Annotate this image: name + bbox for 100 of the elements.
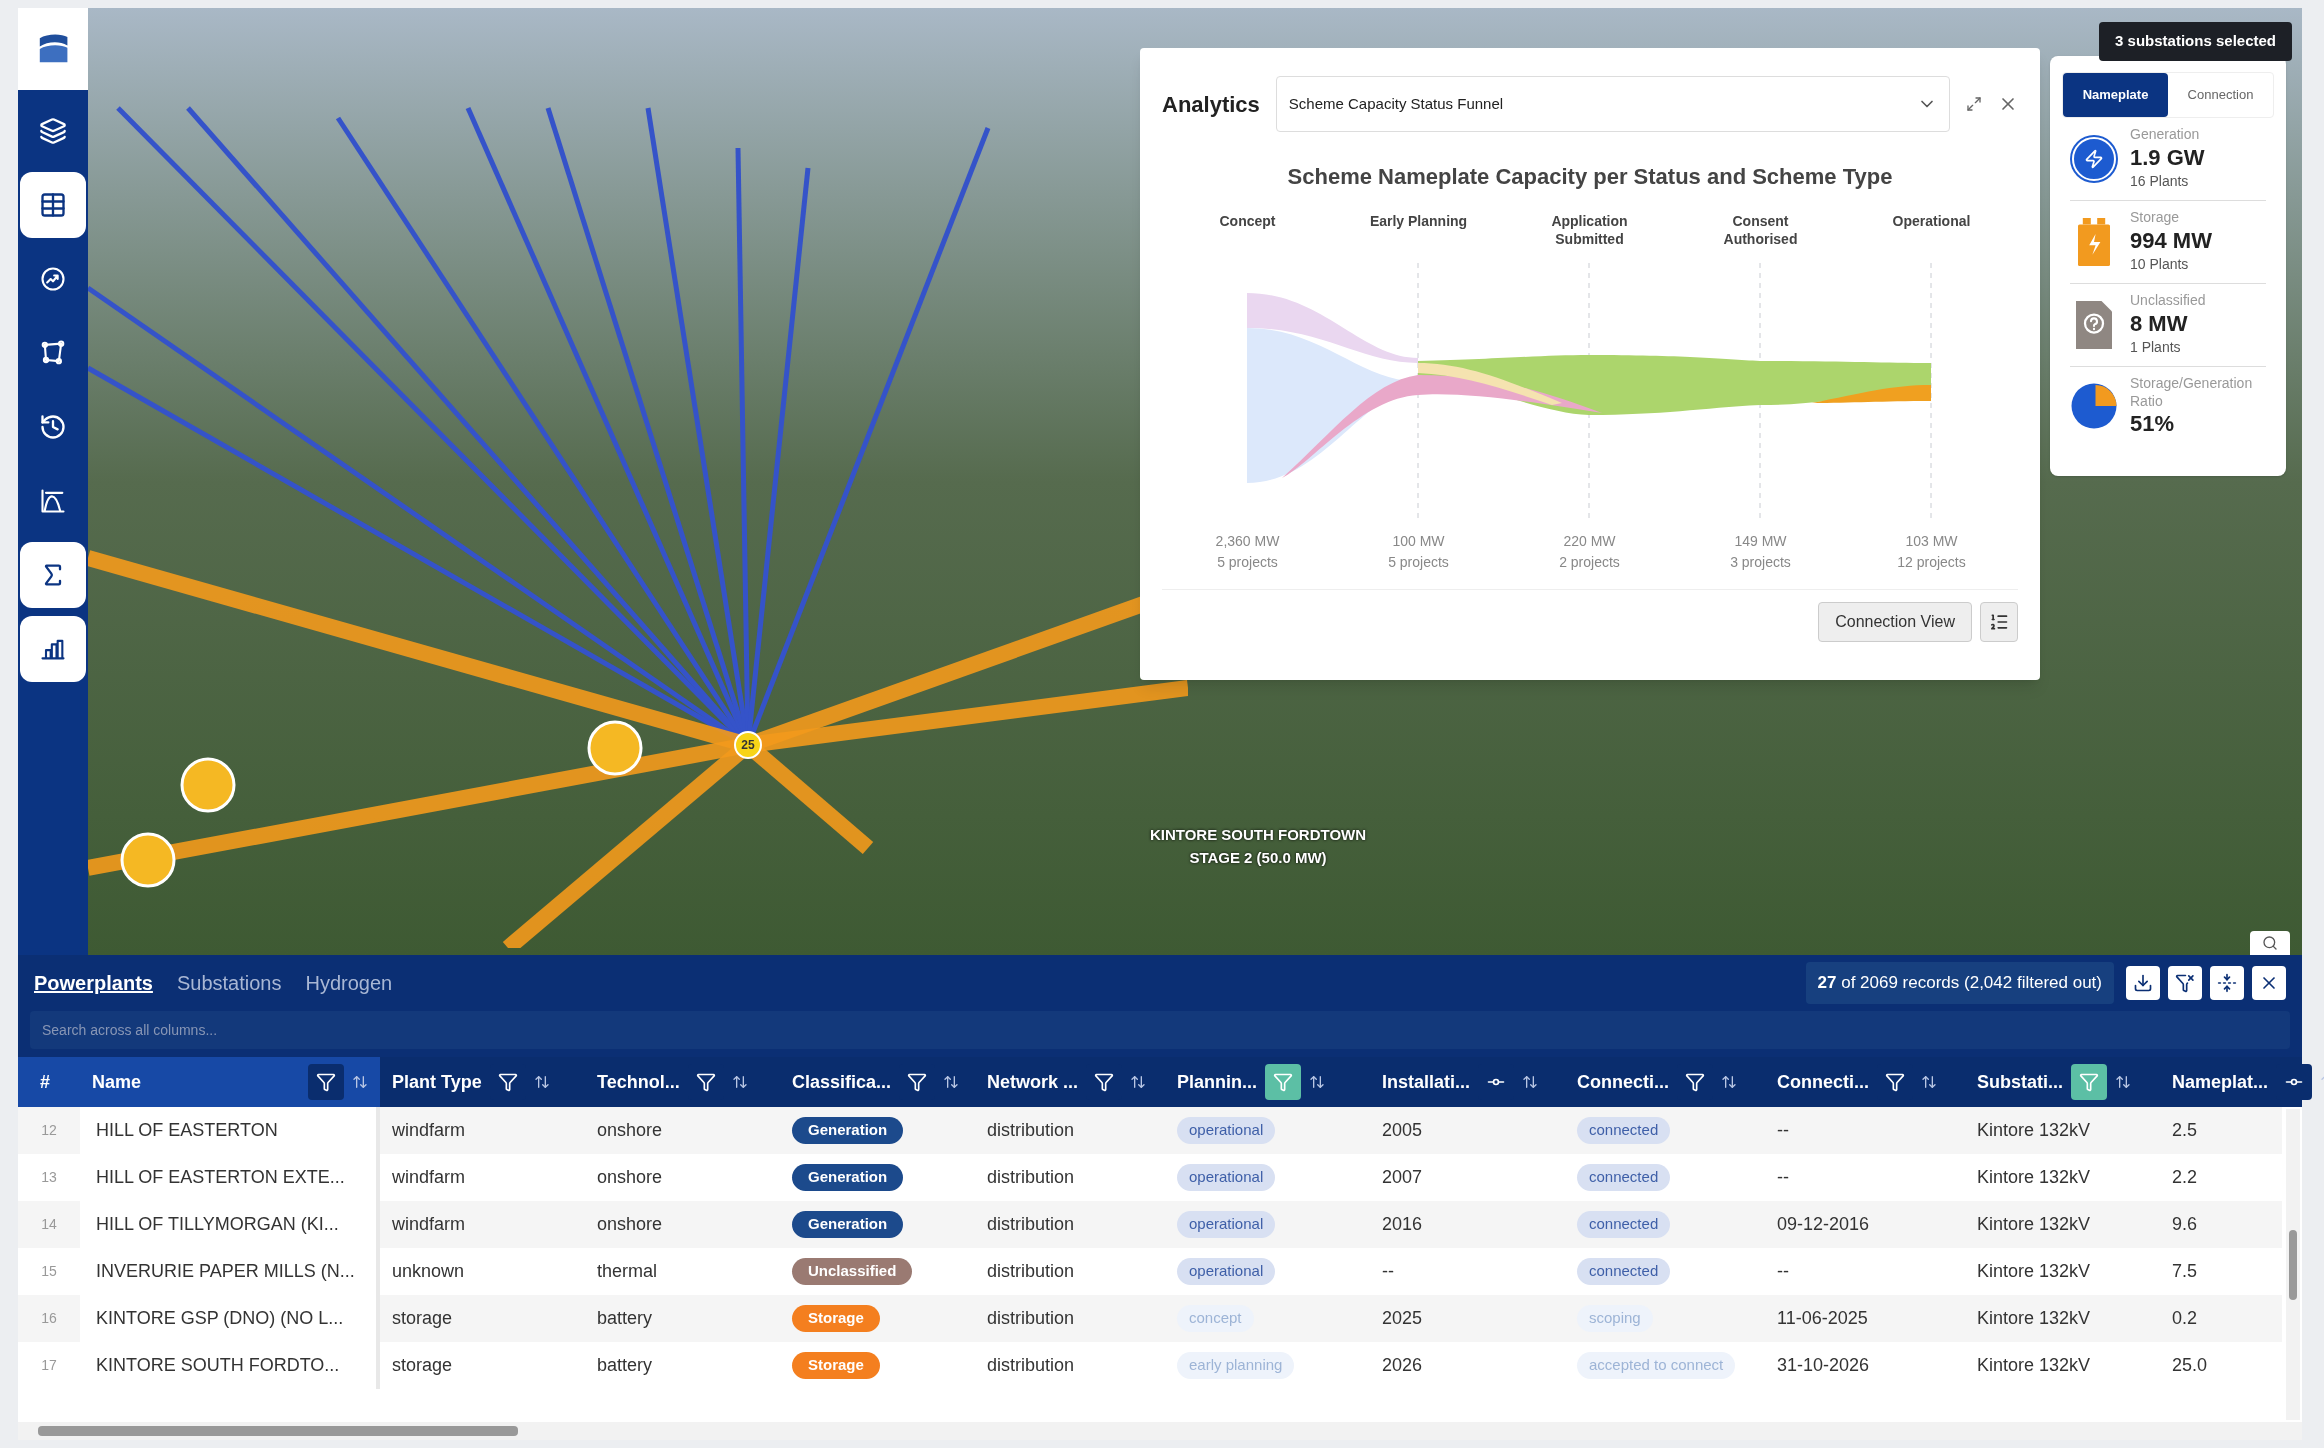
column-filter-button[interactable]: [308, 1064, 344, 1100]
expand-icon[interactable]: [1966, 96, 1982, 112]
list-button[interactable]: [1980, 602, 2018, 642]
sort-icon[interactable]: [1921, 1074, 1937, 1090]
table-cell-text: Kintore 132kV: [1977, 1260, 2091, 1283]
table-tab[interactable]: Hydrogen: [305, 968, 393, 998]
table-cell-text: 2005: [1382, 1119, 1423, 1142]
table-cell-text: 2026: [1382, 1354, 1423, 1377]
column-header[interactable]: Connecti...: [1577, 1068, 1669, 1096]
horizontal-scrollbar[interactable]: [18, 1422, 2302, 1440]
sort-icon[interactable]: [1130, 1074, 1147, 1090]
search-icon: [2262, 935, 2278, 951]
row-number: 16: [41, 1309, 57, 1328]
sidebar-button[interactable]: [20, 616, 86, 682]
table-cell-text: Kintore 132kV: [1977, 1119, 2091, 1142]
stat-count: 16 Plants: [2130, 172, 2190, 191]
row-number: 17: [41, 1356, 57, 1375]
status-pill: scoping: [1577, 1305, 1653, 1332]
download-icon: [2133, 973, 2153, 993]
status-pill: operational: [1177, 1258, 1276, 1285]
stage-heading: Early Planning: [1368, 213, 1469, 231]
table-cell-text: HILL OF EASTERTON: [96, 1119, 278, 1142]
battery-icon: [2078, 218, 2110, 266]
question-document-icon: [2076, 301, 2112, 349]
table-cell-text: HILL OF TILLYMORGAN (KI...: [96, 1213, 339, 1236]
stats-tab[interactable]: Connection: [2168, 73, 2273, 117]
table-cell-text: HILL OF EASTERTON EXTE...: [96, 1166, 345, 1189]
filter-icon: [316, 1072, 336, 1092]
sidebar-button[interactable]: [20, 542, 86, 608]
table-tab[interactable]: Substations: [176, 968, 282, 998]
stat-label: Storage: [2130, 209, 2181, 227]
stats-tab[interactable]: Nameplate: [2063, 73, 2168, 117]
record-count: 27 of 2069 records (2,042 filtered out): [1805, 962, 2114, 1004]
sort-icon[interactable]: [1309, 1074, 1325, 1090]
clear-filter-button[interactable]: [2168, 966, 2202, 1000]
table-cell-text: KINTORE SOUTH FORDTO...: [96, 1354, 340, 1377]
layers-icon: [39, 117, 67, 145]
sort-icon[interactable]: [533, 1074, 550, 1090]
column-header[interactable]: Nameplat...: [2172, 1068, 2269, 1096]
column-header[interactable]: Classifica...: [792, 1068, 892, 1096]
stage-heading: Application Submitted: [1550, 213, 1629, 249]
table-cell-text: distribution: [987, 1307, 1075, 1330]
table-cell-text: INVERURIE PAPER MILLS (N...: [96, 1260, 355, 1283]
column-header[interactable]: Substati...: [1977, 1068, 2063, 1096]
filter-icon: [1094, 1072, 1115, 1092]
stat-value: 994 MW: [2130, 226, 2212, 254]
table-cell-text: 2007: [1382, 1166, 1423, 1189]
table-cell-text: Kintore 132kV: [1977, 1354, 2091, 1377]
table-cell-text: battery: [597, 1354, 653, 1377]
stat-label: Storage/Generation Ratio: [2130, 375, 2254, 410]
table-cell-text: windfarm: [392, 1119, 466, 1142]
column-header[interactable]: #: [40, 1068, 50, 1096]
sort-icon[interactable]: [943, 1074, 960, 1090]
column-header[interactable]: Network ...: [987, 1068, 1079, 1096]
status-pill: operational: [1177, 1211, 1276, 1238]
table-cell-text: 31-10-2026: [1777, 1354, 1870, 1377]
search-field[interactable]: Search across all columns...: [30, 1011, 2290, 1049]
classification-badge: Generation: [792, 1164, 904, 1191]
row-number: 13: [41, 1168, 57, 1187]
column-header[interactable]: Name: [92, 1068, 142, 1096]
stage-capacity: 220 MW: [1563, 532, 1616, 551]
sidebar-button[interactable]: [20, 172, 86, 238]
column-header[interactable]: Plant Type: [392, 1068, 482, 1096]
sort-icon[interactable]: [352, 1074, 368, 1090]
list-icon: [1989, 612, 2009, 632]
column-header[interactable]: Installati...: [1382, 1068, 1471, 1096]
classification-badge: Storage: [792, 1352, 880, 1379]
table-cell-text: 2025: [1382, 1307, 1423, 1330]
stage-projects: 2 projects: [1559, 553, 1620, 572]
map-search-button[interactable]: [2250, 931, 2290, 955]
table-cell-text: 25.0: [2172, 1354, 2208, 1377]
filter-icon: [2079, 1072, 2099, 1092]
vertical-scrollbar[interactable]: [2286, 1109, 2300, 1420]
table-cell-text: --: [1777, 1119, 1789, 1142]
sort-icon[interactable]: [731, 1074, 748, 1090]
table-cell-text: battery: [597, 1307, 653, 1330]
row-height-button[interactable]: [2210, 966, 2244, 1000]
sort-icon[interactable]: [2115, 1074, 2131, 1090]
download-button[interactable]: [2126, 966, 2160, 1000]
table-cell-text: distribution: [987, 1166, 1075, 1189]
connection-view-button[interactable]: Connection View: [1818, 602, 1972, 642]
stage-heading: Consent Authorised: [1722, 213, 1799, 249]
history-icon: [39, 413, 67, 441]
table-cell-text: 9.6: [2172, 1213, 2198, 1236]
column-header[interactable]: Technol...: [597, 1068, 680, 1096]
status-pill: connected: [1577, 1164, 1671, 1191]
table-cell-text: storage: [392, 1354, 453, 1377]
status-pill: early planning: [1177, 1352, 1295, 1379]
close-button[interactable]: [2252, 966, 2286, 1000]
filter-clear-icon: [2175, 973, 2195, 993]
column-header[interactable]: Connecti...: [1777, 1068, 1869, 1096]
stage-heading: Concept: [1218, 213, 1277, 231]
table-tab[interactable]: Powerplants: [34, 968, 153, 998]
sort-icon[interactable]: [1522, 1074, 1539, 1090]
sort-icon[interactable]: [1721, 1074, 1737, 1090]
polygon-icon: [39, 339, 67, 367]
filter-icon: [907, 1072, 928, 1092]
column-header[interactable]: Plannin...: [1177, 1068, 1257, 1096]
chart-select[interactable]: Scheme Capacity Status Funnel: [1275, 76, 1950, 132]
table-cell-text: distribution: [987, 1119, 1075, 1142]
